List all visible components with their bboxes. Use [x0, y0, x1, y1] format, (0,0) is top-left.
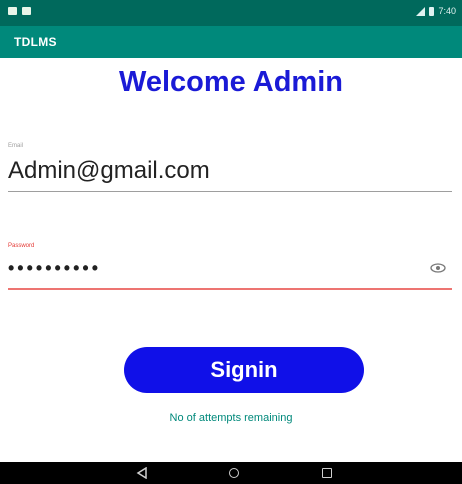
battery-icon	[429, 6, 435, 16]
status-time: 7:40	[438, 6, 456, 16]
email-input[interactable]: Admin@gmail.com	[8, 157, 452, 185]
eye-icon[interactable]	[430, 263, 446, 273]
notification-icon	[22, 7, 31, 15]
welcome-heading: Welcome Admin	[119, 66, 343, 98]
signal-icon	[416, 6, 426, 16]
password-underline	[8, 288, 452, 290]
status-indicators: 7:40	[416, 6, 456, 16]
email-underline	[8, 191, 452, 192]
navigation-bar	[0, 462, 462, 484]
signin-button[interactable]: Signin	[124, 347, 364, 393]
recents-icon[interactable]	[322, 468, 332, 478]
notification-icon	[8, 7, 17, 15]
password-field[interactable]: Password ••••••••••	[8, 243, 452, 290]
app-title: TDLMS	[14, 35, 57, 49]
email-label: Email	[8, 143, 24, 149]
attempts-remaining-text: No of attempts remaining	[169, 412, 293, 424]
email-field[interactable]: Email Admin@gmail.com	[8, 143, 452, 192]
password-input[interactable]: ••••••••••	[8, 258, 101, 278]
status-bar: 7:40	[0, 0, 462, 26]
back-icon[interactable]	[136, 467, 148, 479]
password-label: Password	[8, 243, 35, 249]
home-icon[interactable]	[229, 468, 239, 478]
app-bar: TDLMS	[0, 26, 462, 58]
